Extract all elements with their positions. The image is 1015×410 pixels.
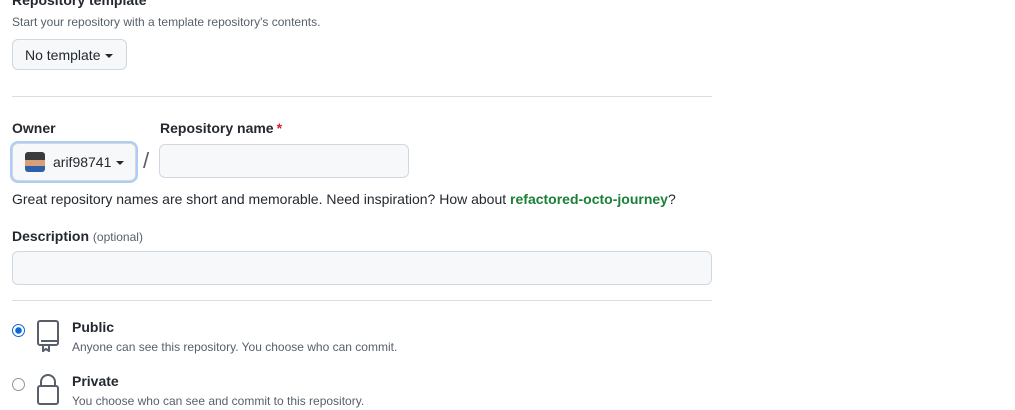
description-label: Description (optional) (12, 228, 143, 244)
repository-template-subtitle: Start your repository with a template re… (12, 15, 321, 29)
owner-select-button[interactable]: arif98741 (12, 143, 136, 181)
lock-icon (36, 373, 60, 410)
repository-name-input[interactable] (159, 144, 409, 178)
public-title: Public (72, 319, 115, 335)
repository-name-label-text: Repository name (160, 120, 274, 136)
private-description: You choose who can see and commit to thi… (72, 394, 365, 408)
name-hint-suffix: ? (667, 191, 676, 207)
template-select-button[interactable]: No template (12, 39, 127, 70)
slash-separator: / (143, 148, 150, 173)
owner-select-label: arif98741 (53, 154, 112, 170)
public-radio[interactable] (12, 324, 25, 337)
template-select-label: No template (25, 46, 101, 63)
caret-down-icon (116, 161, 125, 165)
owner-label: Owner (12, 120, 56, 136)
divider (12, 96, 712, 97)
repository-template-heading: Repository template (12, 0, 147, 8)
description-input[interactable] (12, 251, 712, 285)
public-description: Anyone can see this repository. You choo… (72, 340, 398, 354)
name-suggestion-link[interactable]: refactored-octo-journey (510, 191, 668, 207)
caret-down-icon (105, 53, 114, 58)
name-hint: Great repository names are short and mem… (12, 191, 676, 207)
repository-name-label: Repository name * (160, 120, 282, 136)
private-title: Private (72, 373, 119, 389)
description-label-text: Description (12, 228, 90, 244)
optional-tag: (optional) (92, 230, 143, 244)
required-asterisk: * (276, 120, 283, 136)
private-radio[interactable] (12, 378, 25, 391)
repo-icon (36, 320, 60, 357)
divider (12, 300, 712, 301)
avatar (25, 152, 45, 172)
name-hint-text: Great repository names are short and mem… (12, 191, 511, 207)
